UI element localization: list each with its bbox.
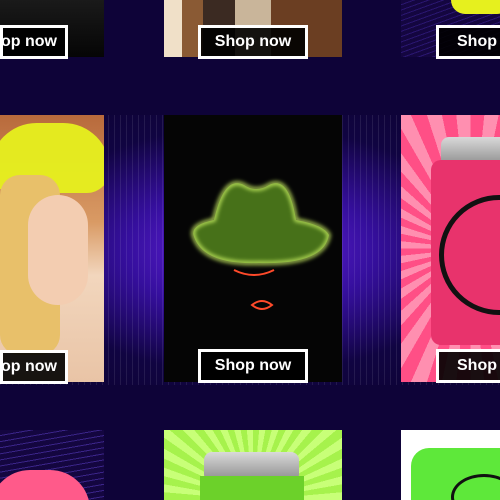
product-card-mid-center[interactable] bbox=[164, 115, 342, 382]
green-koozie bbox=[200, 476, 304, 500]
product-card-bottom-right[interactable] bbox=[401, 430, 500, 500]
shop-now-button[interactable]: op now bbox=[0, 25, 68, 59]
neon-green-cowboy-hat-image bbox=[191, 181, 331, 310]
face bbox=[28, 195, 88, 305]
shop-now-button[interactable]: Shop now bbox=[198, 25, 308, 59]
shop-now-button[interactable]: op now bbox=[0, 350, 68, 384]
yellow-hat-brim bbox=[451, 0, 500, 14]
shop-now-button[interactable]: Shop n bbox=[436, 25, 500, 59]
product-card-mid-left[interactable] bbox=[0, 115, 104, 382]
shop-now-button[interactable]: Shop n bbox=[436, 349, 500, 383]
product-card-bottom-left[interactable] bbox=[0, 430, 104, 500]
product-card-bottom-center[interactable] bbox=[164, 430, 342, 500]
shop-now-button[interactable]: Shop now bbox=[198, 349, 308, 383]
product-card-mid-right[interactable] bbox=[401, 115, 500, 382]
